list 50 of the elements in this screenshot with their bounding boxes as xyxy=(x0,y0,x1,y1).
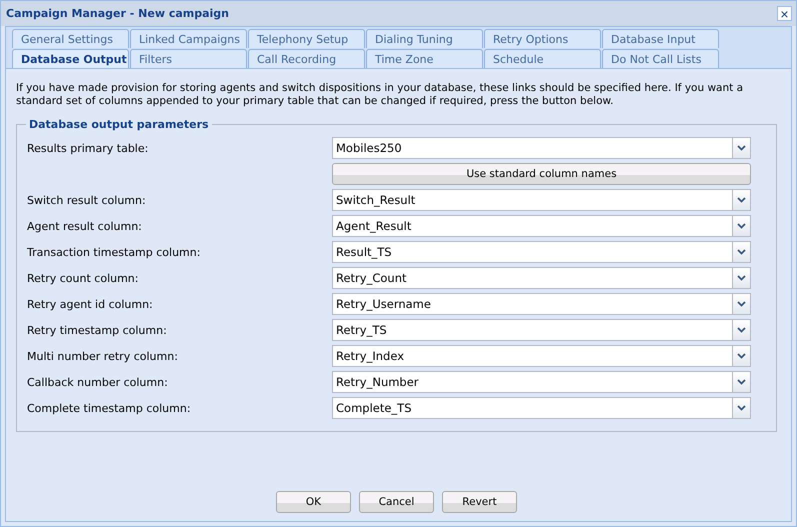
window-title: Campaign Manager - New campaign xyxy=(6,7,230,20)
field-label: Callback number column: xyxy=(27,376,169,388)
caret-icon xyxy=(737,301,746,307)
dropdown-field[interactable]: Result_TS xyxy=(332,241,751,263)
caret-icon xyxy=(737,223,746,229)
tab[interactable]: Filters xyxy=(130,49,247,68)
tab[interactable]: Database Output xyxy=(12,49,129,68)
field-label: Multi number retry column: xyxy=(27,350,179,362)
caret-icon xyxy=(737,197,746,203)
caret-icon xyxy=(737,275,746,281)
dropdown-field[interactable]: Agent_Result xyxy=(332,215,751,237)
intro-text: If you have made provision for storing agents and switch dispositions in your database, these links should be specified here. If you want a standard set of columns appended to your primary table that can be changed if required, press the button below. xyxy=(16,82,744,108)
tab[interactable]: Retry Options xyxy=(484,29,601,48)
field-label: Retry agent id column: xyxy=(27,298,154,310)
dropdown-field[interactable]: Retry_Username xyxy=(332,293,751,315)
tab[interactable]: Schedule xyxy=(484,49,601,68)
dialog-button[interactable]: Revert xyxy=(442,491,517,513)
tab[interactable]: Telephony Setup xyxy=(248,29,365,48)
dropdown-field[interactable]: Mobiles250 xyxy=(332,137,751,159)
tab[interactable]: Call Recording xyxy=(248,49,365,68)
dropdown-field[interactable]: Retry_Count xyxy=(332,267,751,289)
tab[interactable]: Linked Campaigns xyxy=(130,29,247,48)
close-button[interactable]: × xyxy=(777,6,792,21)
field-label: Results primary table: xyxy=(27,142,150,154)
field-label: Retry count column: xyxy=(27,272,140,284)
caret-icon xyxy=(737,249,746,255)
dropdown-field[interactable]: Switch_Result xyxy=(332,189,751,211)
dialog-button[interactable]: Cancel xyxy=(359,491,434,513)
caret-icon xyxy=(737,327,746,333)
caret-icon xyxy=(737,353,746,359)
field-label: Complete timestamp column: xyxy=(27,402,192,414)
standard-columns-button[interactable]: Use standard column names xyxy=(332,163,751,185)
field-label: Transaction timestamp column: xyxy=(27,246,202,258)
dropdown-field[interactable]: Retry_Index xyxy=(332,345,751,367)
dropdown-field[interactable]: Retry_TS xyxy=(332,319,751,341)
caret-icon xyxy=(737,145,746,151)
tab[interactable]: Time Zone xyxy=(366,49,483,68)
dropdown-field[interactable]: Complete_TS xyxy=(332,397,751,419)
field-label: Retry timestamp column: xyxy=(27,324,168,336)
field-label: Agent result column: xyxy=(27,220,143,232)
dialog-button[interactable]: OK xyxy=(276,491,351,513)
tab[interactable]: General Settings xyxy=(12,29,129,48)
tab[interactable]: Dialing Tuning xyxy=(366,29,483,48)
tab[interactable]: Database Input xyxy=(602,29,719,48)
field-label: Switch result column: xyxy=(27,194,147,206)
tab[interactable]: Do Not Call Lists xyxy=(602,49,719,68)
group-title: Database output parameters xyxy=(28,118,210,131)
caret-icon xyxy=(737,405,746,411)
caret-icon xyxy=(737,379,746,385)
dropdown-field[interactable]: Retry_Number xyxy=(332,371,751,393)
